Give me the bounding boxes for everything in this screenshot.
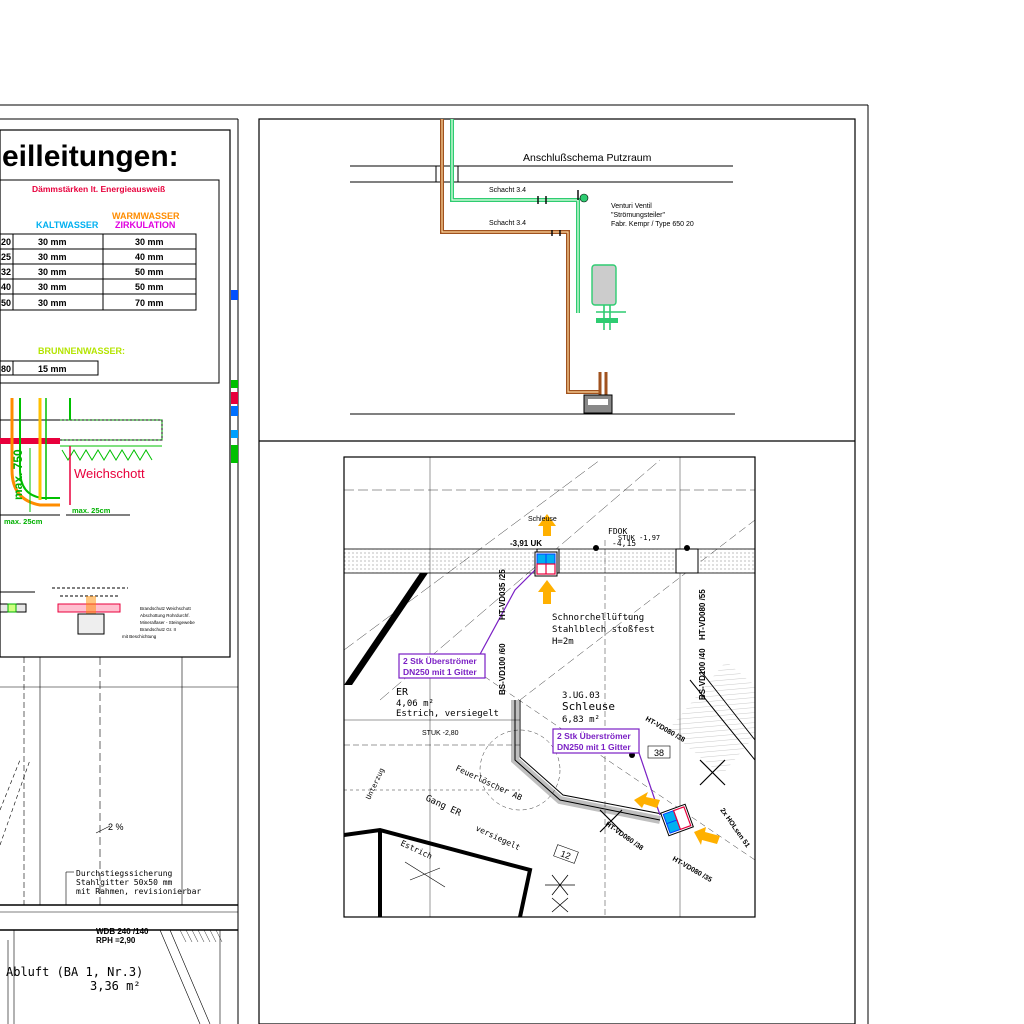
svg-text:Mineralfaser - Steingewebe: Mineralfaser - Steingewebe (140, 620, 195, 625)
max750-label: max. 750 (11, 449, 25, 500)
venturi-label: "Strömungsteiler" (611, 212, 666, 219)
row-dn: 50 (1, 298, 11, 308)
schema-title: Anschlußschema Putzraum (523, 152, 652, 164)
brunnen-label: BRUNNENWASSER: (38, 346, 125, 356)
row-warm: 70 mm (135, 298, 164, 308)
drawing-sheet: eilleitungen: Dämmstärken lt. Energieaus… (0, 104, 869, 1024)
callout-line: DN250 mit 1 Gitter (403, 667, 477, 677)
schleuse-area: 6,83 m² (562, 715, 600, 725)
room-area: 3,36 m² (90, 979, 141, 993)
legend-title: eilleitungen: (2, 140, 179, 173)
kaltwasser-label: KALTWASSER (36, 220, 99, 230)
schleuse-top-label: Schleuse (528, 516, 557, 523)
row-kalt: 30 mm (38, 267, 67, 277)
detail-plan: HT-VD035 /25 BS-VD100 /60 HT-VD080 /55 B… (344, 457, 755, 917)
row-kalt: 30 mm (38, 237, 67, 247)
brunnen-value: 15 mm (38, 364, 67, 374)
row-dn: 40 (1, 282, 11, 292)
row-warm: 50 mm (135, 282, 164, 292)
insulation-header: Dämmstärken lt. Energieausweiß (32, 184, 165, 194)
stuk-label: STUK -2,80 (422, 730, 459, 737)
room-er: ER (396, 687, 409, 698)
grid-note: Durchstiegssicherung Stahlgitter 50x50 m… (76, 869, 201, 896)
max25-label: max. 25cm (4, 517, 43, 526)
svg-text:Brandschutz Weichschott: Brandschutz Weichschott (140, 606, 191, 611)
venturi-label: Fabr. Kempr / Type 650 20 (611, 221, 694, 228)
venturi-label: Venturi Ventil (611, 203, 652, 210)
uk-label: -3,91 UK (510, 539, 542, 548)
callout-line: DN250 mit 1 Gitter (557, 742, 631, 752)
schacht-label: Schacht 3.4 (489, 187, 526, 194)
callout-line: 2 Stk Überströmer (557, 731, 631, 741)
schacht-label: Schacht 3.4 (489, 220, 526, 227)
legend-panel: eilleitungen: Dämmstärken lt. Energieaus… (0, 129, 238, 658)
svg-text:Abschottung Rohrdurchf.: Abschottung Rohrdurchf. (140, 613, 190, 618)
room-label: Abluft (BA 1, Nr.3) (6, 965, 143, 979)
wdb-label: WDB 240 /140 (96, 927, 149, 936)
grid-note-line: Durchstiegssicherung (76, 869, 173, 878)
tag-38: 38 (654, 748, 664, 758)
weichschott-label: Weichschott (74, 466, 145, 481)
connection-schema: Anschlußschema Putzraum Schacht 3.4 Scha… (350, 119, 735, 415)
row-dn: 25 (1, 252, 11, 262)
row-dn: 20 (1, 237, 11, 247)
row-kalt: 30 mm (38, 298, 67, 308)
rph-label: RPH =2,90 (96, 936, 136, 945)
row-warm: 40 mm (135, 252, 164, 262)
schnorchel-note: H=2m (552, 637, 574, 647)
grid-note-line: Stahlgitter 50x50 mm (76, 878, 173, 887)
room-er-floor: Estrich, versiegelt (396, 709, 499, 719)
svg-text:Brandschutz Gr. II: Brandschutz Gr. II (140, 627, 176, 632)
svg-text:BS-VD100 /60: BS-VD100 /60 (498, 643, 507, 695)
svg-text:HT-VD035 /25: HT-VD035 /25 (498, 569, 507, 620)
slope-label: 2 % (108, 822, 124, 832)
schnorchel-note: Stahlblech stoßfest (552, 625, 655, 635)
schleuse-name: Schleuse (562, 700, 615, 713)
max25-label: max. 25cm (72, 506, 111, 515)
row-kalt: 30 mm (38, 282, 67, 292)
zirkulation-label: ZIRKULATION (115, 220, 175, 230)
schnorchel-note: Schnorchellüftung (552, 613, 644, 623)
svg-text:HT-VD080 /55: HT-VD080 /55 (698, 589, 707, 640)
room-er-area: 4,06 m² (396, 699, 434, 709)
row-dn: 32 (1, 267, 11, 277)
row-warm: 50 mm (135, 267, 164, 277)
brunnen-dn: 80 (1, 364, 11, 374)
svg-text:mit Beschichtung: mit Beschichtung (122, 634, 157, 639)
row-warm: 30 mm (135, 237, 164, 247)
stuk3-label: -4,15 (612, 539, 636, 548)
callout-line: 2 Stk Überströmer (403, 656, 477, 666)
grid-note-line: mit Rahmen, revisionierbar (76, 887, 201, 896)
svg-text:BS-VD100 /40: BS-VD100 /40 (698, 648, 707, 700)
row-kalt: 30 mm (38, 252, 67, 262)
